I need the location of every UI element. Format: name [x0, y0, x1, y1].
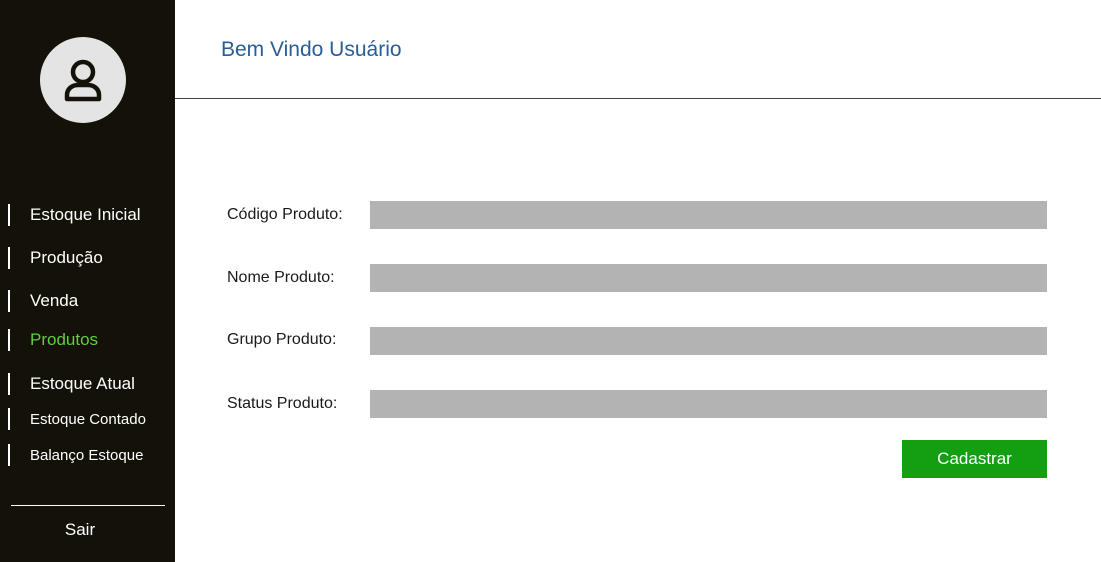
status-produto-label: Status Produto: [227, 395, 338, 412]
sidebar-item-estoque-inicial[interactable]: Estoque Inicial [8, 204, 141, 226]
sidebar-item-label: Produção [30, 248, 103, 267]
sidebar-item-estoque-contado[interactable]: Estoque Contado [8, 408, 146, 430]
sidebar-item-label: Estoque Inicial [30, 205, 141, 224]
nav-indicator [8, 444, 10, 466]
logout-button[interactable]: Sair [0, 520, 160, 540]
user-icon [64, 59, 102, 102]
grupo-produto-input[interactable] [370, 327, 1047, 355]
sidebar-item-label: Balanço Estoque [30, 446, 144, 464]
page-title: Bem Vindo Usuário [221, 38, 402, 61]
avatar[interactable] [40, 37, 126, 123]
nav-indicator [8, 204, 10, 226]
sidebar-item-label: Venda [30, 291, 79, 310]
sidebar-divider [11, 505, 165, 506]
codigo-produto-label: Código Produto: [227, 206, 343, 223]
header-divider [175, 98, 1101, 99]
nav-indicator [8, 247, 10, 269]
nome-produto-input[interactable] [370, 264, 1047, 292]
grupo-produto-label: Grupo Produto: [227, 331, 337, 348]
nome-produto-label: Nome Produto: [227, 269, 335, 286]
nav-indicator [8, 329, 10, 351]
sidebar-item-label: Estoque Contado [30, 410, 146, 428]
nav-indicator [8, 373, 10, 395]
sidebar-item-label: Produtos [30, 330, 99, 349]
status-produto-input[interactable] [370, 390, 1047, 418]
sidebar-item-produtos[interactable]: Produtos [8, 329, 98, 351]
nav-indicator [8, 408, 10, 430]
sidebar-item-label: Estoque Atual [30, 374, 135, 393]
sidebar-item-estoque-atual[interactable]: Estoque Atual [8, 373, 135, 395]
codigo-produto-input[interactable] [370, 201, 1047, 229]
sidebar-item-venda[interactable]: Venda [8, 290, 78, 312]
sidebar-item-balanco-estoque[interactable]: Balanço Estoque [8, 444, 143, 466]
nav-indicator [8, 290, 10, 312]
cadastrar-button[interactable]: Cadastrar [902, 440, 1047, 478]
sidebar: Estoque Inicial Produção Venda Produtos … [0, 0, 175, 562]
sidebar-item-producao[interactable]: Produção [8, 247, 103, 269]
